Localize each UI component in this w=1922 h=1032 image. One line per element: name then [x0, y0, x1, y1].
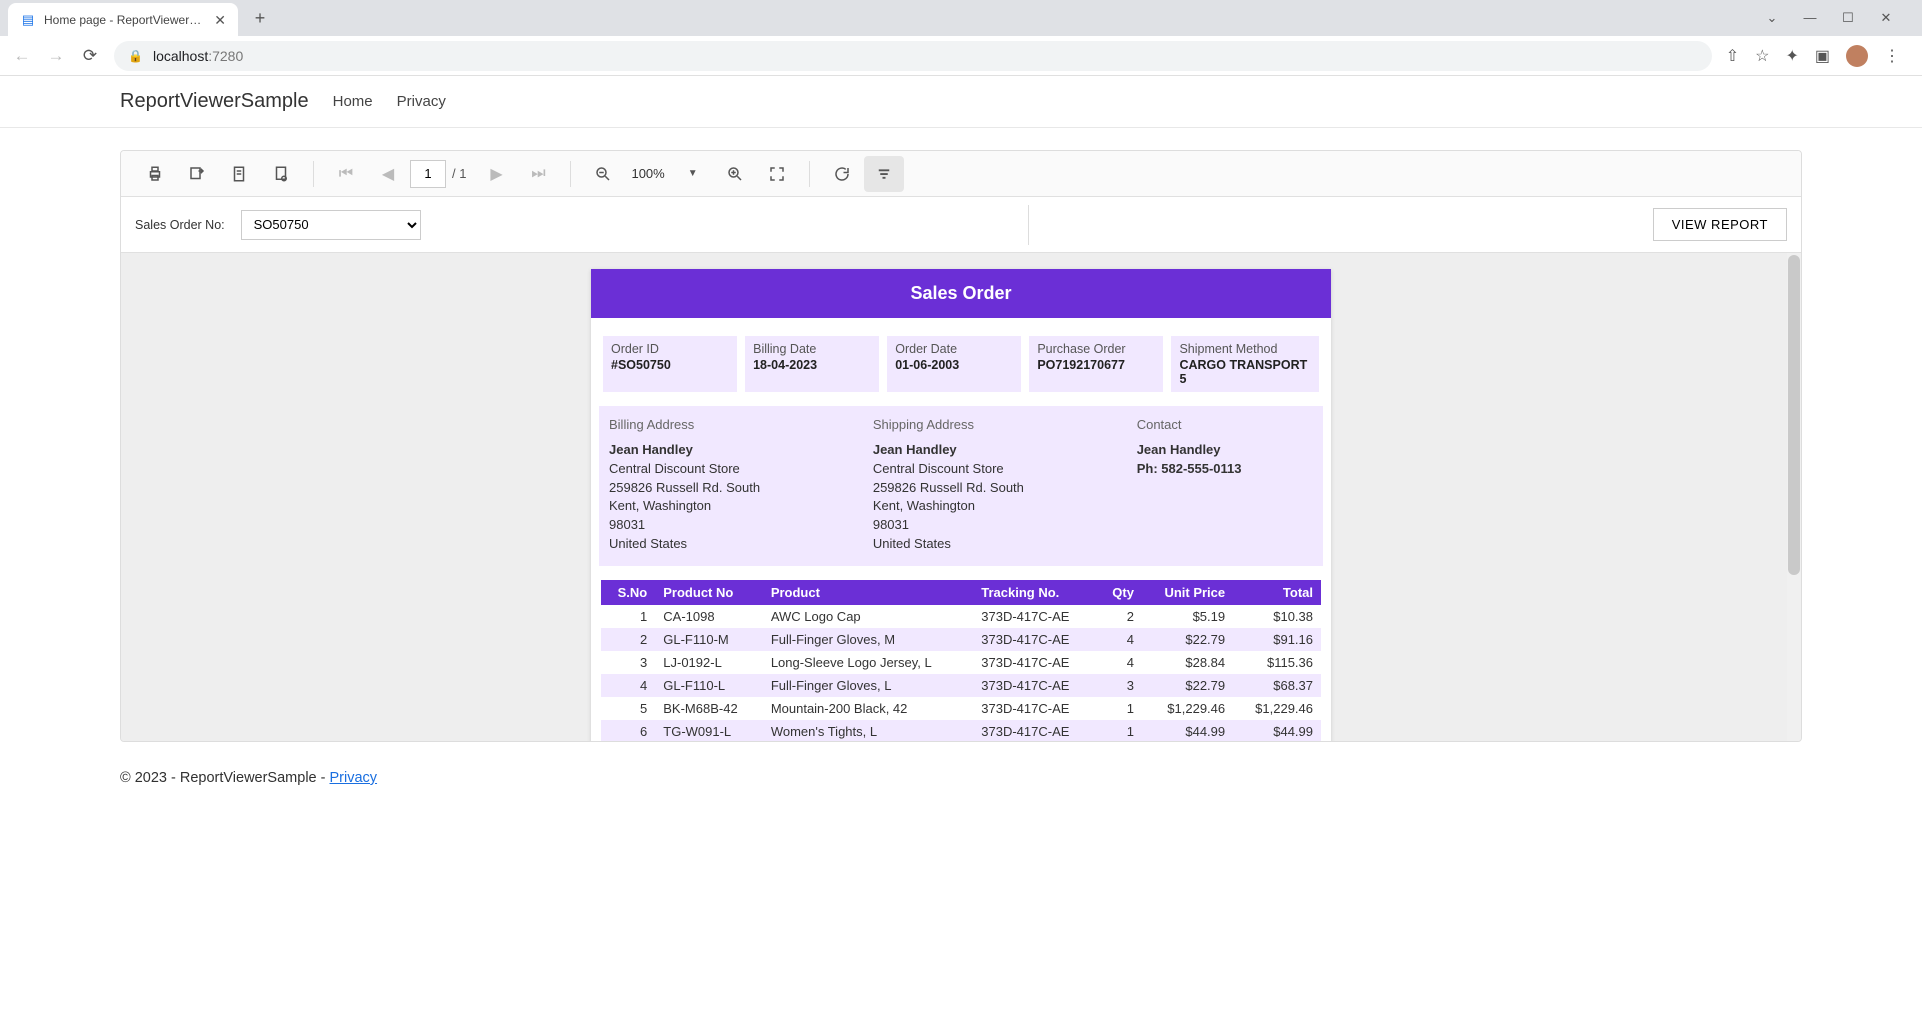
parameters-bar: Sales Order No: SO50750 VIEW REPORT [121, 197, 1801, 253]
browser-chrome: ▤ Home page - ReportViewerSamp ✕ + ⌄ — ☐… [0, 0, 1922, 76]
footer: © 2023 - ReportViewerSample - Privacy [0, 742, 1922, 814]
next-page-button[interactable]: ▶ [476, 156, 516, 192]
chevron-down-icon[interactable]: ⌄ [1762, 10, 1782, 26]
billing-date-value: 18-04-2023 [753, 358, 871, 372]
nav-home[interactable]: Home [333, 93, 373, 110]
export-settings-button[interactable] [261, 156, 301, 192]
fit-page-button[interactable] [757, 156, 797, 192]
page-setup-button[interactable] [219, 156, 259, 192]
view-report-button[interactable]: VIEW REPORT [1653, 208, 1787, 241]
order-id-label: Order ID [611, 342, 729, 356]
zoom-dropdown-button[interactable]: ▼ [673, 156, 713, 192]
param-label: Sales Order No: [135, 218, 225, 232]
close-window-icon[interactable]: ✕ [1876, 10, 1896, 26]
address-bar[interactable]: 🔒 localhost:7280 [114, 41, 1712, 71]
sales-order-dropdown[interactable]: SO50750 [241, 210, 421, 240]
zoom-in-button[interactable] [715, 156, 755, 192]
forward-button: → [46, 46, 66, 66]
col-header: Product [763, 580, 973, 605]
scrollbar-thumb[interactable] [1788, 255, 1800, 575]
billing-address: Billing Address Jean Handley Central Dis… [609, 416, 861, 554]
browser-tab[interactable]: ▤ Home page - ReportViewerSamp ✕ [8, 3, 238, 37]
ship-method-label: Shipment Method [1179, 342, 1311, 356]
report-viewer: ⏮ ◀ / 1 ▶ ⏭ 100% ▼ Sales Order No: SO507… [120, 150, 1802, 742]
col-header: Qty [1097, 580, 1142, 605]
contact-block: Contact Jean Handley Ph: 582-555-0113 [1137, 416, 1313, 554]
report-title: Sales Order [591, 269, 1331, 318]
table-row: 1CA-1098AWC Logo Cap373D-417C-AE2$5.19$1… [601, 605, 1321, 628]
report-page: Sales Order Order ID #SO50750 Billing Dat… [591, 269, 1331, 741]
extensions-icon[interactable]: ✦ [1785, 46, 1798, 66]
order-id-value: #SO50750 [611, 358, 729, 372]
share-icon[interactable]: ⇧ [1726, 46, 1739, 66]
billing-date-label: Billing Date [753, 342, 871, 356]
parameters-toggle-button[interactable] [864, 156, 904, 192]
prev-page-button[interactable]: ◀ [368, 156, 408, 192]
menu-icon[interactable]: ⋮ [1884, 46, 1900, 66]
order-date-label: Order Date [895, 342, 1013, 356]
table-row: 2GL-F110-MFull-Finger Gloves, M373D-417C… [601, 628, 1321, 651]
tab-title: Home page - ReportViewerSamp [44, 13, 206, 27]
col-header: Product No [655, 580, 763, 605]
ship-method-value: CARGO TRANSPORT 5 [1179, 358, 1311, 386]
bookmark-icon[interactable]: ☆ [1755, 46, 1769, 66]
brand[interactable]: ReportViewerSample [120, 90, 309, 113]
zoom-out-button[interactable] [583, 156, 623, 192]
shipping-address: Shipping Address Jean Handley Central Di… [873, 416, 1125, 554]
reload-button[interactable]: ⟳ [80, 46, 100, 66]
last-page-button[interactable]: ⏭ [518, 156, 558, 192]
scrollbar[interactable] [1787, 253, 1801, 741]
tab-close-icon[interactable]: ✕ [214, 12, 226, 29]
page-number-input[interactable] [410, 160, 446, 188]
po-value: PO7192170677 [1037, 358, 1155, 372]
refresh-button[interactable] [822, 156, 862, 192]
line-items-table: S.NoProduct NoProductTracking No.QtyUnit… [601, 580, 1321, 741]
tab-favicon-icon: ▤ [20, 12, 36, 28]
po-label: Purchase Order [1037, 342, 1155, 356]
table-row: 3LJ-0192-LLong-Sleeve Logo Jersey, L373D… [601, 651, 1321, 674]
new-tab-button[interactable]: + [246, 4, 274, 32]
url-port: :7280 [208, 48, 243, 64]
col-header: Unit Price [1142, 580, 1233, 605]
table-row: 6TG-W091-LWomen's Tights, L373D-417C-AE1… [601, 720, 1321, 741]
nav-privacy[interactable]: Privacy [397, 93, 446, 110]
table-row: 4GL-F110-LFull-Finger Gloves, L373D-417C… [601, 674, 1321, 697]
zoom-level: 100% [625, 166, 670, 181]
table-row: 5BK-M68B-42Mountain-200 Black, 42373D-41… [601, 697, 1321, 720]
footer-privacy-link[interactable]: Privacy [330, 770, 378, 786]
col-header: S.No [601, 580, 655, 605]
print-button[interactable] [135, 156, 175, 192]
sidepanel-icon[interactable]: ▣ [1815, 46, 1830, 66]
viewer-toolbar: ⏮ ◀ / 1 ▶ ⏭ 100% ▼ [121, 151, 1801, 197]
url-host: localhost [153, 48, 208, 64]
back-button[interactable]: ← [12, 46, 32, 66]
site-nav: ReportViewerSample Home Privacy [0, 76, 1922, 128]
maximize-icon[interactable]: ☐ [1838, 10, 1858, 26]
profile-avatar[interactable] [1846, 45, 1868, 67]
lock-icon: 🔒 [128, 49, 143, 63]
export-button[interactable] [177, 156, 217, 192]
minimize-icon[interactable]: — [1800, 10, 1820, 26]
first-page-button[interactable]: ⏮ [326, 156, 366, 192]
col-header: Tracking No. [973, 580, 1097, 605]
page-total: / 1 [452, 166, 466, 181]
order-date-value: 01-06-2003 [895, 358, 1013, 372]
report-area: Sales Order Order ID #SO50750 Billing Dat… [121, 253, 1801, 741]
col-header: Total [1233, 580, 1321, 605]
